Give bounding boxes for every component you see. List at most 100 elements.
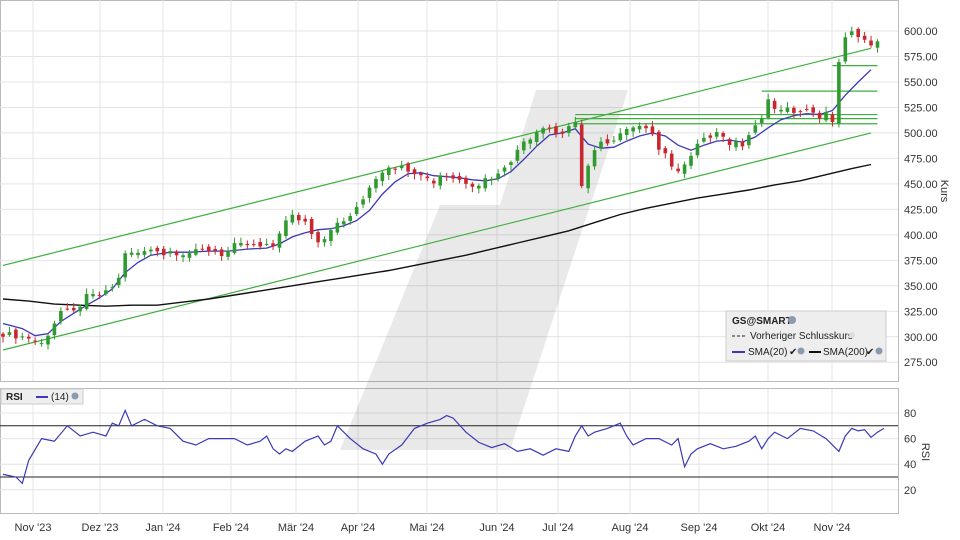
candle-body bbox=[155, 247, 160, 252]
price-y-tick: 325.00 bbox=[904, 306, 938, 318]
candle-body bbox=[470, 183, 475, 187]
price-y-tick: 500.00 bbox=[904, 128, 938, 140]
x-tick: Okt '24 bbox=[751, 522, 786, 534]
candle-body bbox=[7, 332, 12, 335]
candle-body bbox=[258, 241, 262, 247]
candle-body bbox=[110, 287, 115, 289]
candle-body bbox=[59, 311, 63, 322]
candle-body bbox=[669, 153, 674, 167]
candle-body bbox=[547, 127, 552, 129]
candle-body bbox=[174, 251, 179, 256]
price-y-axis-label: Kurs bbox=[938, 180, 950, 203]
candle-body bbox=[129, 252, 134, 255]
candle-body bbox=[97, 294, 102, 296]
price-y-tick: 575.00 bbox=[904, 51, 938, 63]
candle-body bbox=[335, 222, 340, 233]
legend-symbol-icon[interactable] bbox=[788, 316, 796, 324]
x-tick: Dez '23 bbox=[82, 522, 119, 534]
candle-body bbox=[26, 336, 31, 339]
candle-body bbox=[239, 242, 243, 246]
legend-sma200-settings-icon[interactable] bbox=[875, 347, 883, 355]
candle-body bbox=[560, 131, 565, 134]
rsi-legend-period: (14) bbox=[51, 392, 69, 403]
price-y-tick: 475.00 bbox=[904, 153, 938, 165]
candle-body bbox=[477, 185, 481, 189]
candle-body bbox=[387, 167, 391, 176]
candle-body bbox=[592, 150, 597, 167]
candle-body bbox=[721, 132, 725, 137]
candle-body bbox=[361, 199, 365, 205]
x-tick: Nov '23 bbox=[15, 522, 52, 534]
candle-body bbox=[515, 149, 520, 161]
candle-body bbox=[284, 220, 288, 237]
candle-body bbox=[579, 124, 584, 187]
candle-body bbox=[875, 41, 880, 48]
candle-body bbox=[419, 173, 423, 176]
candle-body bbox=[374, 178, 378, 189]
candle-body bbox=[39, 343, 44, 345]
candle-body bbox=[804, 108, 809, 110]
candle-body bbox=[354, 207, 359, 214]
candle-body bbox=[46, 335, 50, 345]
x-tick-labels: Nov '23 Dez '23 Jan '24 Feb '24 Mär '24 Apr '… bbox=[15, 522, 851, 534]
legend-prev-close-label: Vorheriger Schlusskurs bbox=[750, 331, 853, 342]
candle-body bbox=[605, 139, 610, 144]
x-tick: Jan '24 bbox=[145, 522, 180, 534]
chart-legend: GS@SMART Vorheriger Schlusskurs SMA(20) … bbox=[725, 310, 887, 362]
candle-body bbox=[830, 114, 835, 123]
candle-body bbox=[200, 248, 205, 250]
candle-body bbox=[52, 323, 57, 336]
candle-body bbox=[438, 175, 443, 186]
price-y-tick: 375.00 bbox=[904, 255, 938, 267]
candle-body bbox=[869, 40, 873, 46]
candle-body bbox=[631, 127, 635, 132]
candle-body bbox=[714, 132, 719, 137]
candle-body bbox=[663, 148, 668, 154]
candle-body bbox=[695, 143, 700, 156]
candle-body bbox=[779, 109, 783, 112]
candle-body bbox=[425, 176, 430, 179]
legend-prev-close-icon[interactable] bbox=[849, 332, 855, 338]
candle-body bbox=[618, 133, 623, 141]
candle-body bbox=[316, 232, 320, 243]
rsi-legend-settings-icon[interactable] bbox=[71, 392, 79, 400]
candle-body bbox=[817, 112, 822, 119]
candle-body bbox=[187, 253, 192, 258]
candle-body bbox=[811, 107, 815, 113]
rsi-y-tick: 40 bbox=[904, 459, 916, 471]
candle-body bbox=[489, 178, 494, 180]
candle-body bbox=[451, 175, 455, 179]
candle-body bbox=[464, 177, 468, 184]
candle-body bbox=[136, 252, 140, 256]
candle-body bbox=[483, 178, 488, 189]
candle-body bbox=[843, 37, 848, 62]
legend-sma20-check-icon[interactable]: ✔ bbox=[789, 347, 797, 358]
legend-sma200-check-icon[interactable]: ✔ bbox=[866, 347, 874, 358]
candle-body bbox=[522, 141, 526, 151]
candle-body bbox=[393, 168, 398, 170]
candle-body bbox=[322, 239, 327, 243]
candle-body bbox=[277, 233, 282, 248]
x-tick: Nov '24 bbox=[814, 522, 851, 534]
candle-body bbox=[380, 172, 385, 182]
candle-body bbox=[290, 214, 295, 223]
candle-body bbox=[573, 122, 578, 128]
candle-body bbox=[444, 175, 449, 177]
candle-body bbox=[457, 176, 462, 180]
legend-sma20-settings-icon[interactable] bbox=[797, 347, 805, 355]
candle-body bbox=[676, 168, 680, 172]
candle-body bbox=[747, 135, 751, 146]
candle-body bbox=[33, 340, 37, 342]
candle-body bbox=[586, 165, 590, 189]
candle-body bbox=[824, 111, 828, 121]
legend-sma200-label: SMA(200) bbox=[823, 347, 868, 358]
x-tick: Mai '24 bbox=[409, 522, 444, 534]
candle-body bbox=[496, 173, 500, 179]
candle-body bbox=[168, 251, 172, 254]
candle-body bbox=[637, 125, 642, 130]
candle-body bbox=[792, 107, 796, 113]
candle-body bbox=[303, 218, 308, 222]
candle-body bbox=[644, 125, 648, 129]
candle-body bbox=[528, 139, 533, 144]
candle-body bbox=[123, 253, 127, 278]
